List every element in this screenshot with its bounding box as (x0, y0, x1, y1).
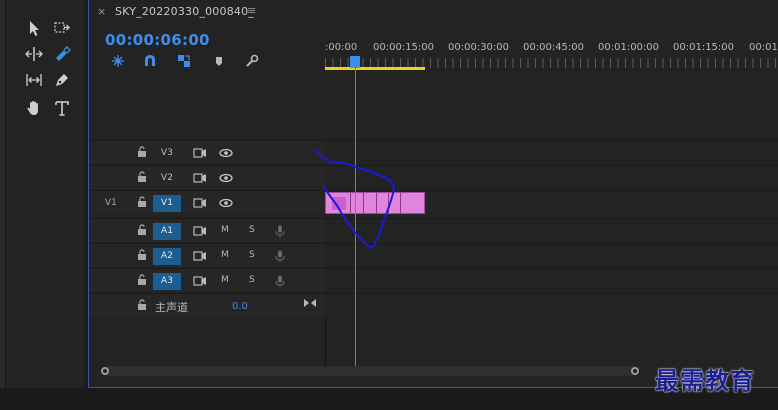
hand-tool-icon[interactable] (22, 96, 46, 120)
track-header-v3: V3 (89, 140, 325, 164)
playhead-timecode[interactable]: 00:00:06:00 (105, 31, 210, 49)
solo-button[interactable]: S (249, 225, 255, 235)
solo-button[interactable]: S (249, 250, 255, 260)
track-header-v2: V2 (89, 165, 325, 189)
close-tab-icon[interactable]: × (97, 5, 106, 18)
timeline-settings-icon[interactable] (243, 52, 261, 70)
scrollbar-left-handle[interactable] (101, 367, 109, 375)
lane-v3[interactable] (325, 140, 778, 164)
scrollbar-thumb[interactable] (103, 366, 639, 376)
track-name[interactable]: A3 (153, 273, 181, 290)
track-name[interactable]: V2 (153, 170, 181, 187)
ripple-edit-icon[interactable] (22, 42, 46, 66)
selection-tool-icon[interactable] (22, 16, 46, 40)
clip-segment-edge (350, 193, 351, 213)
lane-a1[interactable] (325, 218, 778, 242)
lock-icon[interactable] (137, 146, 147, 158)
microphone-icon[interactable] (273, 250, 287, 262)
timeline-tab-bar: × SKY_20220330_000840_ ≡ (89, 0, 778, 26)
panel-menu-icon[interactable]: ≡ (247, 4, 256, 17)
mute-button[interactable]: M (221, 275, 229, 285)
track-lanes[interactable] (325, 140, 778, 320)
sync-lock-icon[interactable] (193, 250, 207, 262)
insert-sequence-nest-icon[interactable] (109, 52, 127, 70)
razor-tool-icon[interactable] (50, 42, 74, 66)
horizontal-zoom-scrollbar[interactable] (101, 366, 639, 376)
eye-icon[interactable] (219, 172, 233, 184)
track-name[interactable]: A2 (153, 248, 181, 265)
linked-selection-icon[interactable] (175, 52, 193, 70)
microphone-icon[interactable] (273, 275, 287, 287)
solo-button[interactable]: S (249, 275, 255, 285)
lock-icon[interactable] (137, 171, 147, 183)
video-clip[interactable] (325, 192, 425, 214)
sync-lock-icon[interactable] (193, 197, 207, 209)
ruler-label: :00:00 (325, 42, 358, 53)
master-track-name: 主声道 (155, 301, 188, 314)
track-name[interactable]: A1 (153, 223, 181, 240)
clip-thumbnail (332, 197, 346, 210)
pen-tool-icon[interactable] (50, 68, 74, 92)
track-header-master: 主声道 0.0 (89, 293, 325, 317)
ruler-label: 00:01:15:00 (673, 42, 735, 53)
mute-button[interactable]: M (221, 225, 229, 235)
tools-panel (0, 0, 84, 388)
lane-a2[interactable] (325, 243, 778, 267)
clip-segment-edge (376, 193, 377, 213)
lane-a3[interactable] (325, 268, 778, 292)
ruler-label: 00:01:00:00 (598, 42, 660, 53)
lane-v2[interactable] (325, 165, 778, 189)
track-name[interactable]: V1 (153, 195, 181, 212)
microphone-icon[interactable] (273, 225, 287, 237)
slip-tool-icon[interactable] (22, 68, 46, 92)
playhead-line[interactable] (355, 60, 356, 366)
watermark-logo: 最需教育 (655, 366, 755, 395)
master-volume-value[interactable]: 0.0 (232, 301, 248, 312)
sequence-tab-title[interactable]: SKY_20220330_000840_ (115, 5, 254, 18)
add-marker-icon[interactable] (210, 52, 228, 70)
track-headers: V3 V2 V1 V1 A1 M S A2 M S A3 M S 主声道 0.0 (89, 140, 325, 320)
clip-segment-edge (400, 193, 401, 213)
time-ruler[interactable]: :00:00 00:00:15:00 00:00:30:00 00:00:45:… (325, 36, 778, 72)
lock-icon[interactable] (137, 196, 147, 208)
track-header-a2: A2 M S (89, 243, 325, 267)
tools-panel-edge (0, 0, 6, 388)
track-header-v1: V1 V1 (89, 190, 325, 214)
ruler-label: 00:01:3 (749, 42, 778, 53)
track-name[interactable]: V3 (153, 145, 181, 162)
track-header-a3: A3 M S (89, 268, 325, 292)
lock-icon[interactable] (137, 274, 147, 286)
lock-icon[interactable] (137, 299, 147, 311)
scrollbar-right-handle[interactable] (631, 367, 639, 375)
ruler-label: 00:00:30:00 (448, 42, 510, 53)
ruler-label: 00:00:45:00 (523, 42, 585, 53)
eye-icon[interactable] (219, 147, 233, 159)
clip-segment-edge (363, 193, 364, 213)
sync-lock-icon[interactable] (193, 225, 207, 237)
lock-icon[interactable] (137, 249, 147, 261)
lock-icon[interactable] (137, 224, 147, 236)
sync-lock-icon[interactable] (193, 275, 207, 287)
go-to-in-out-icon[interactable] (303, 297, 317, 309)
ruler-label: 00:00:15:00 (373, 42, 435, 53)
mute-button[interactable]: M (221, 250, 229, 260)
sync-lock-icon[interactable] (193, 172, 207, 184)
timeline-panel: × SKY_20220330_000840_ ≡ 00:00:06:00 :00… (88, 0, 778, 388)
clip-segment-edge (388, 193, 389, 213)
work-area-bar[interactable] (325, 67, 425, 70)
type-tool-icon[interactable] (50, 96, 74, 120)
eye-icon[interactable] (219, 197, 233, 209)
sync-lock-icon[interactable] (193, 147, 207, 159)
lane-master[interactable] (325, 293, 778, 317)
snap-icon[interactable] (141, 52, 159, 70)
track-header-a1: A1 M S (89, 218, 325, 242)
track-select-forward-icon[interactable] (50, 16, 74, 40)
source-patch-v1[interactable]: V1 (105, 198, 117, 208)
